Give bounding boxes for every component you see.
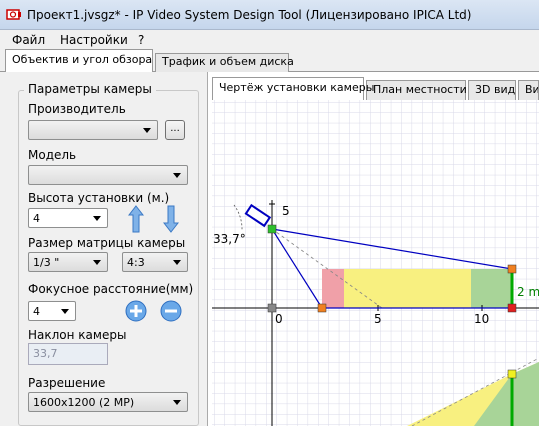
tab-site-plan[interactable]: План местности: [366, 80, 467, 100]
chevron-down-icon: [93, 260, 101, 265]
resolution-label: Разрешение: [28, 376, 106, 390]
tab-installation-drawing[interactable]: Чертёж установки камеры: [212, 77, 374, 100]
tilt-value-field: 33,7: [28, 343, 108, 365]
model-label: Модель: [28, 148, 77, 162]
near-handle[interactable]: [317, 303, 327, 313]
chevron-down-icon: [61, 309, 69, 314]
yellow-zone: [344, 269, 471, 308]
arrow-up-icon[interactable]: [128, 205, 144, 233]
x-tick-label-5: 5: [374, 312, 382, 326]
chevron-down-icon: [173, 400, 181, 405]
height-label: Высота установки (м.): [28, 191, 170, 205]
y-tick-label: 5: [282, 204, 290, 218]
main-tab-strip: Объектив и угол обзора Трафик и объем ди…: [0, 49, 539, 72]
manufacturer-select[interactable]: [28, 120, 158, 140]
menu-help[interactable]: ?: [138, 33, 144, 47]
green-zone: [471, 269, 512, 308]
plan-handle[interactable]: [507, 369, 517, 379]
menu-bar: Файл Настройки ?: [0, 30, 539, 50]
top-target-handle[interactable]: [507, 264, 517, 274]
origin-handle[interactable]: [267, 303, 277, 313]
browse-button[interactable]: ...: [165, 120, 185, 140]
x-tick-label-0: 0: [275, 312, 283, 326]
height-select[interactable]: 4: [28, 208, 108, 228]
plus-icon[interactable]: [125, 300, 147, 322]
camera-parameters-panel: Параметры камеры Производитель ... Модел…: [0, 72, 205, 426]
manufacturer-label: Производитель: [28, 102, 126, 116]
tilt-label: Наклон камеры: [28, 328, 127, 342]
resolution-select[interactable]: 1600x1200 (2 MP): [28, 392, 188, 412]
model-select[interactable]: [28, 165, 188, 185]
minus-icon[interactable]: [160, 300, 182, 322]
focal-length-select[interactable]: 4: [28, 301, 76, 321]
window-title: Проект1.jvsgz* - IP Video System Design …: [27, 8, 472, 22]
aspect-ratio-select[interactable]: 4:3: [122, 252, 188, 272]
title-bar: Проект1.jvsgz* - IP Video System Design …: [0, 0, 539, 30]
sensor-size-label: Размер матрицы камеры: [28, 236, 186, 250]
distance-label: 2 m: [517, 285, 539, 299]
camera-installation-drawing[interactable]: 33,7° 5 0 5 10 2 m: [212, 100, 539, 426]
chevron-down-icon: [173, 260, 181, 265]
menu-settings[interactable]: Настройки: [60, 33, 128, 47]
camera-handle[interactable]: [267, 224, 277, 234]
chevron-down-icon: [143, 128, 151, 133]
focal-length-label: Фокусное расстояние(мм): [28, 282, 194, 296]
arrow-down-icon[interactable]: [163, 205, 179, 233]
chevron-down-icon: [93, 216, 101, 221]
view-tab-strip: Чертёж установки камеры План местности 3…: [207, 77, 539, 100]
group-title: Параметры камеры: [24, 82, 156, 96]
app-icon: [6, 9, 21, 20]
chevron-down-icon: [173, 173, 181, 178]
tab-lens-and-angle[interactable]: Объектив и угол обзора: [5, 49, 153, 72]
tab-3d-view[interactable]: 3D вид: [468, 80, 516, 100]
x-tick-label-10: 10: [474, 312, 489, 326]
tilt-angle-label: 33,7°: [213, 232, 246, 246]
tab-view[interactable]: Вид: [518, 80, 539, 100]
pink-zone: [322, 269, 344, 308]
sensor-size-select[interactable]: 1/3 ": [28, 252, 108, 272]
menu-file[interactable]: Файл: [12, 33, 45, 47]
tab-traffic-and-disk[interactable]: Трафик и объем диска: [155, 53, 294, 72]
far-handle[interactable]: [507, 303, 517, 313]
